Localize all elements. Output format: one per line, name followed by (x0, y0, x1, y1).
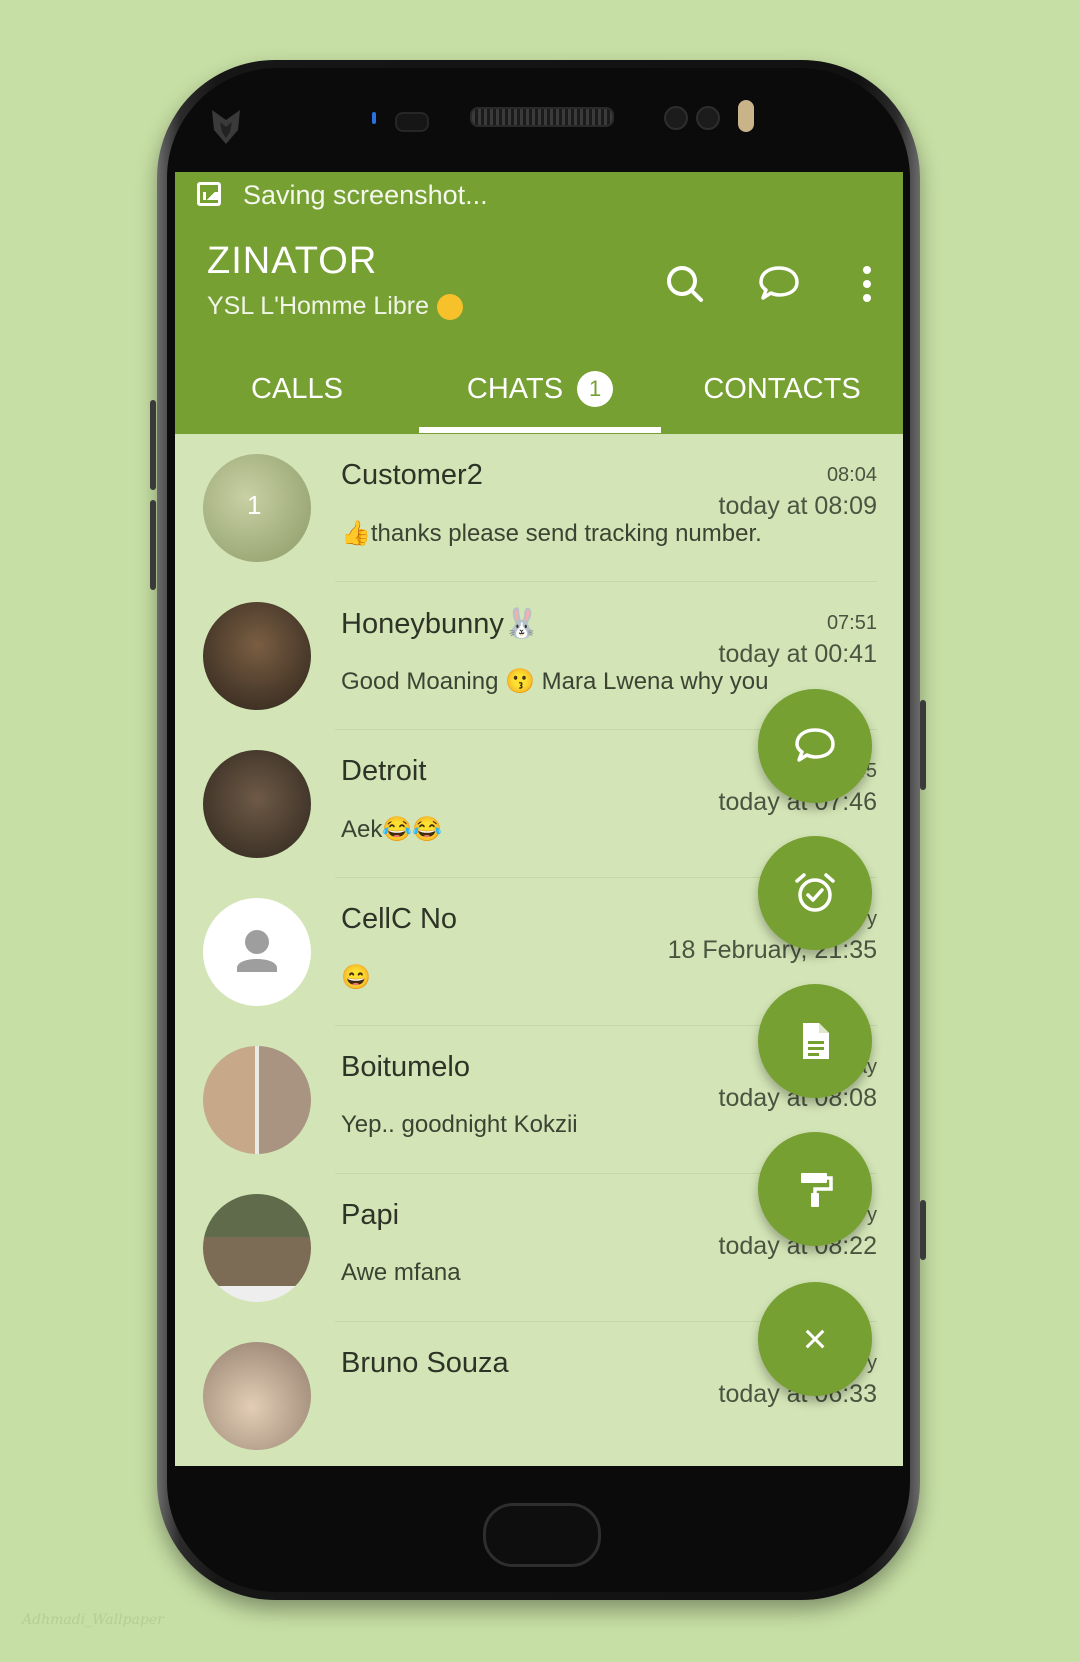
fab-new-chat[interactable] (758, 689, 872, 803)
chat-name: Honeybunny🐰 (341, 608, 540, 640)
default-person-icon (237, 930, 277, 972)
avatar (203, 1342, 311, 1450)
chat-preview: Good Moaning 😗 Mara Lwena why you (341, 668, 769, 695)
app-title: ZINATOR (207, 240, 378, 282)
chat-name: Customer2 (341, 459, 483, 491)
avatar-unread-count: 1 (247, 490, 262, 520)
tab-calls-label: CALLS (251, 372, 343, 405)
tab-indicator (419, 427, 661, 433)
screen: Saving screenshot... ZINATOR YSL L'Homme… (175, 172, 903, 1466)
new-chat-icon[interactable] (757, 262, 801, 306)
chat-time: today at 00:41 (718, 640, 877, 668)
fab-alarm[interactable] (758, 836, 872, 950)
avatar (203, 750, 311, 858)
side-button-right-2 (920, 1200, 926, 1260)
unread-badge: 1 (577, 371, 614, 407)
chat-name: Bruno Souza (341, 1347, 509, 1379)
alarm-check-icon (795, 873, 835, 912)
side-button-right-1 (920, 700, 926, 790)
tab-chats-label: CHATS (466, 372, 564, 405)
chat-preview: Awe mfana (341, 1259, 461, 1286)
front-camera (664, 106, 688, 130)
chat-preview: Yep.. goodnight Kokzii (341, 1111, 578, 1138)
app-subtitle: YSL L'Homme Libre (207, 292, 463, 321)
earpiece-speaker (470, 107, 614, 127)
fab-close[interactable]: × (758, 1282, 872, 1396)
app-bar: Saving screenshot... ZINATOR YSL L'Homme… (175, 172, 903, 434)
avatar: 1 (203, 454, 311, 562)
tab-contacts-label: CONTACTS (703, 372, 861, 405)
avatar (203, 1194, 311, 1302)
chat-bubble-icon (795, 728, 835, 762)
subtitle-text: YSL L'Homme Libre (207, 292, 429, 320)
chat-name: Boitumelo (341, 1051, 470, 1083)
screenshot-icon (197, 182, 221, 206)
front-camera-2 (696, 106, 720, 130)
avatar (203, 602, 311, 710)
chat-preview: 👍thanks please send tracking number. (341, 520, 762, 547)
side-button-left-1 (150, 400, 156, 490)
heart-eyes-emoji-icon (437, 293, 463, 320)
chat-name: CellC No (341, 903, 458, 935)
avatar (203, 1046, 311, 1154)
status-notification: Saving screenshot... (243, 180, 488, 210)
tab-contacts[interactable]: CONTACTS (661, 344, 903, 434)
more-options-icon[interactable] (845, 262, 889, 306)
fab-theme[interactable] (758, 1132, 872, 1246)
watermark: Adhmadi_Wallpaper (22, 1612, 164, 1628)
chat-row[interactable]: 1 Customer2 08:04 today at 08:09 👍thanks… (175, 434, 903, 582)
home-button[interactable] (483, 1503, 601, 1567)
notification-led (372, 112, 376, 124)
chat-preview: Aek😂😂 (341, 816, 443, 843)
chat-time-small: 08:04 (826, 464, 877, 486)
tab-calls[interactable]: CALLS (175, 344, 419, 434)
close-icon: × (802, 1315, 828, 1362)
avatar (203, 898, 311, 1006)
tab-chats[interactable]: CHATS 1 (419, 344, 661, 434)
side-button-left-2 (150, 500, 156, 590)
document-icon (803, 1023, 829, 1059)
proximity-sensor (395, 112, 429, 132)
paint-roller-icon (801, 1173, 833, 1207)
chat-time-small: 07:51 (826, 612, 877, 634)
decepticon-logo-icon (212, 110, 240, 144)
chat-preview: 😄 (341, 964, 371, 991)
chat-time: today at 08:09 (718, 492, 877, 520)
fab-document[interactable] (758, 984, 872, 1098)
search-icon[interactable] (663, 262, 707, 306)
chat-name: Detroit (341, 755, 427, 787)
front-flash (738, 100, 754, 132)
chat-name: Papi (341, 1199, 400, 1231)
